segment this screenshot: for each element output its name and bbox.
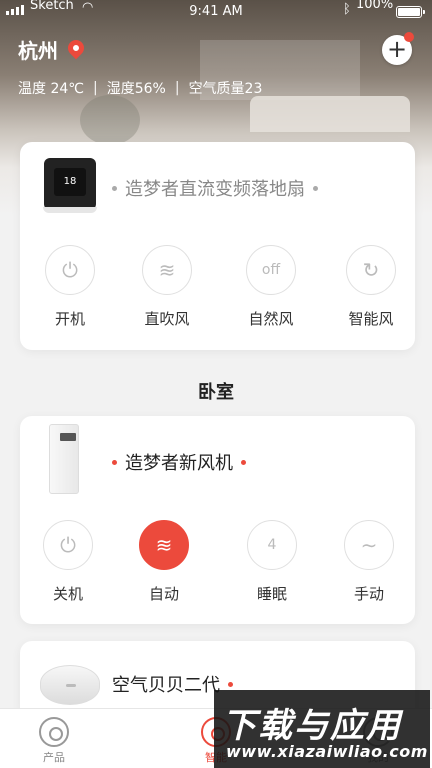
- device-title: 造梦者直流变频落地扇: [112, 175, 318, 201]
- device-title: 造梦者新风机: [112, 449, 246, 475]
- bluetooth-icon: ᛒ: [343, 2, 351, 17]
- watermark-url: www.xiazaiwliao.com: [226, 742, 428, 761]
- manual-wave-icon[interactable]: ∼: [344, 520, 394, 570]
- tab-products[interactable]: 产品: [24, 717, 84, 765]
- fan-device-image: 18: [43, 158, 97, 213]
- control-label: 关机: [52, 585, 83, 603]
- divider: |: [93, 80, 98, 96]
- device-name: 空气贝贝二代: [112, 675, 220, 696]
- control-manual[interactable]: ∼ 手动: [339, 520, 399, 604]
- smart-wind-icon[interactable]: ↻: [346, 245, 396, 295]
- humidity: 湿度56%: [106, 81, 166, 97]
- products-icon: [39, 717, 69, 747]
- city-name[interactable]: 杭州: [18, 35, 58, 64]
- air-monitor-device-image: [40, 665, 100, 705]
- device-card-fresh-air[interactable]: 造梦者新风机 ⏻ 关机 ≋ 自动 4 睡眠 ∼ 手动: [20, 416, 415, 624]
- device-card-fan[interactable]: 18 造梦者直流变频落地扇 ⏻ 开机 ≋ 直吹风 off 自然风 ↻ 智能风: [20, 142, 415, 350]
- watermark: 下载与应用 www.xiazaiwliao.com: [214, 690, 430, 768]
- device-screen: 18: [54, 168, 86, 196]
- room-title: 卧室: [198, 382, 234, 403]
- auto-wind-icon[interactable]: ≋: [139, 520, 189, 570]
- control-smart-wind[interactable]: ↻ 智能风: [341, 245, 401, 329]
- control-natural-wind[interactable]: off 自然风: [241, 245, 301, 329]
- sleep-icon[interactable]: 4: [247, 520, 297, 570]
- device-name: 造梦者直流变频落地扇: [125, 179, 305, 200]
- control-label: 智能风: [348, 310, 394, 328]
- control-label: 直吹风: [144, 310, 190, 328]
- control-label: 自然风: [248, 310, 294, 328]
- off-icon[interactable]: off: [246, 245, 296, 295]
- air-quality: 空气质量23: [188, 81, 263, 97]
- control-label: 手动: [353, 585, 384, 603]
- control-direct-wind[interactable]: ≋ 直吹风: [137, 245, 197, 329]
- watermark-title: 下载与应用: [222, 706, 402, 746]
- device-name: 造梦者新风机: [125, 453, 233, 474]
- control-label: 自动: [148, 585, 179, 603]
- control-power-off[interactable]: ⏻ 关机: [38, 520, 98, 604]
- control-sleep[interactable]: 4 睡眠: [242, 520, 302, 604]
- tab-label: 产品: [43, 751, 65, 764]
- notification-dot: [404, 32, 414, 42]
- battery-icon: [396, 6, 425, 18]
- control-label: 开机: [54, 310, 85, 328]
- battery-percent: 100%: [356, 0, 394, 12]
- divider: |: [174, 80, 180, 96]
- status-bar: Sketch ◠ 9:41 AM ᛒ 100%: [0, 0, 432, 24]
- power-icon[interactable]: ⏻: [45, 245, 95, 295]
- add-device-button[interactable]: +: [382, 32, 414, 65]
- temperature: 温度 24℃: [18, 81, 84, 97]
- control-power[interactable]: ⏻ 开机: [40, 245, 100, 329]
- weather-bar: 温度 24℃ | 湿度56% | 空气质量23: [18, 78, 262, 98]
- control-label: 睡眠: [256, 585, 287, 603]
- fresh-air-device-image: [49, 424, 79, 494]
- control-auto[interactable]: ≋ 自动: [134, 520, 194, 604]
- wind-icon[interactable]: ≋: [142, 245, 192, 295]
- power-icon[interactable]: ⏻: [43, 520, 93, 570]
